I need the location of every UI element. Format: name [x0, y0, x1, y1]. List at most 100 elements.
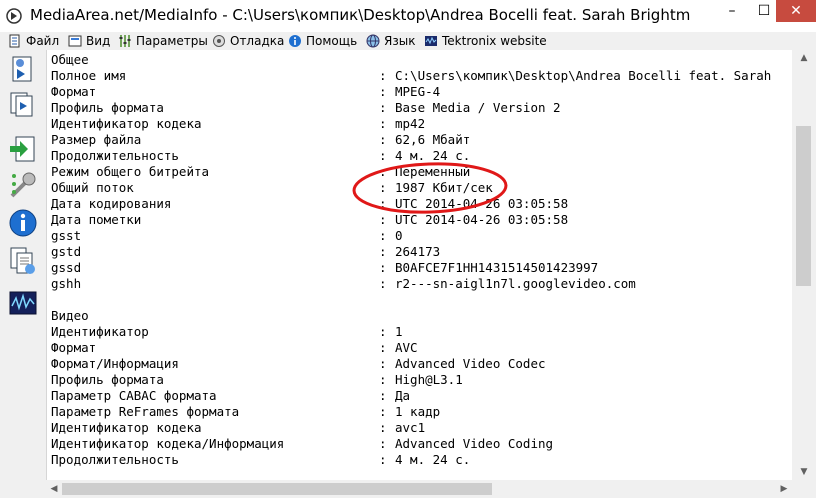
horizontal-scroll-thumb[interactable]: [62, 483, 492, 495]
menu-debug-label: Отладка: [230, 34, 285, 48]
menu-tektronix[interactable]: Tektronix website: [424, 33, 547, 49]
info-key: Продолжительность: [51, 148, 179, 163]
menu-view-label: Вид: [86, 34, 111, 48]
options-menu-icon: [119, 35, 131, 47]
info-text-area[interactable]: Общее Полное имя: C:\Users\компик\Desktop\…: [46, 50, 793, 494]
info-key: Идентификатор: [51, 324, 149, 339]
mediainfo-app-icon: [6, 8, 22, 24]
open-folder-icon[interactable]: [8, 88, 38, 118]
info-value: r2---sn-aigl1n7l.googlevideo.com: [395, 276, 636, 291]
info-value: 1 кадр: [395, 404, 441, 419]
minimize-button[interactable]: –: [716, 0, 748, 22]
section-header: Общее: [51, 52, 89, 67]
menu-view[interactable]: Вид: [68, 33, 110, 49]
info-key: Идентификатор кодека: [51, 420, 202, 435]
info-key: gstd: [51, 244, 82, 259]
info-separator: :: [379, 228, 387, 243]
scroll-up-arrow-icon[interactable]: ▲: [792, 50, 816, 66]
menu-file-label: Файл: [26, 34, 60, 48]
info-value: 264173: [395, 244, 441, 259]
help-info-icon: [289, 35, 301, 47]
info-separator: :: [379, 420, 387, 435]
title-bar: MediaArea.net/MediaInfo - C:\Users\компи…: [0, 0, 816, 32]
tektronix-icon[interactable]: [8, 288, 38, 318]
file-menu-icon: [9, 34, 20, 48]
scroll-right-arrow-icon[interactable]: ▶: [776, 480, 792, 498]
info-separator: :: [379, 324, 387, 339]
menu-language[interactable]: Язык: [366, 33, 415, 49]
info-value: Advanced Video Coding: [395, 436, 554, 451]
window-title: MediaArea.net/MediaInfo - C:\Users\компи…: [30, 6, 690, 24]
info-separator: :: [379, 132, 387, 147]
export-icon[interactable]: [8, 134, 38, 164]
about-info-icon[interactable]: [8, 208, 38, 238]
close-button[interactable]: ✕: [776, 0, 816, 22]
vertical-scroll-thumb[interactable]: [796, 126, 811, 286]
info-value: 4 м. 24 с.: [395, 452, 471, 467]
horizontal-scrollbar[interactable]: ◀ ▶: [46, 480, 792, 498]
info-separator: :: [379, 372, 387, 387]
info-separator: :: [379, 116, 387, 131]
info-separator: :: [379, 244, 387, 259]
red-annotation-ellipse: [352, 162, 508, 214]
info-value: Base Media / Version 2: [395, 100, 561, 115]
info-value: 62,6 Мбайт: [395, 132, 471, 147]
info-value: B0AFCE7F1HH1431514501423997: [395, 260, 599, 275]
report-icon[interactable]: [8, 246, 38, 276]
info-separator: :: [379, 388, 387, 403]
info-key: Общий поток: [51, 180, 134, 195]
info-separator: :: [379, 276, 387, 291]
info-value: 0: [395, 228, 403, 243]
scroll-down-arrow-icon[interactable]: ▼: [792, 464, 816, 480]
preferences-icon[interactable]: [8, 170, 38, 200]
section-header: Видео: [51, 308, 89, 323]
info-value: Да: [395, 388, 411, 403]
tektronix-menu-icon: [425, 36, 437, 46]
info-key: Полное имя: [51, 68, 127, 83]
info-key: Продолжительность: [51, 452, 179, 467]
menu-options-label: Параметры: [136, 34, 208, 48]
info-key: Параметр ReFrames формата: [51, 404, 240, 419]
info-value: MPEG-4: [395, 84, 441, 99]
debug-menu-icon: [213, 35, 225, 47]
info-separator: :: [379, 84, 387, 99]
info-key: Формат: [51, 84, 97, 99]
info-key: Дата пометки: [51, 212, 142, 227]
toolbar-sidebar: [0, 50, 46, 498]
info-value: mp42: [395, 116, 426, 131]
scrollbar-corner: [792, 480, 816, 498]
menu-bar: Файл Вид Параметры Отладка Помощь Язык T…: [0, 32, 816, 50]
info-key: Параметр CABAC формата: [51, 388, 217, 403]
info-key: gshh: [51, 276, 82, 291]
info-separator: :: [379, 404, 387, 419]
info-separator: :: [379, 452, 387, 467]
info-separator: :: [379, 260, 387, 275]
info-value: Advanced Video Codec: [395, 356, 546, 371]
info-key: gssd: [51, 260, 82, 275]
open-file-icon[interactable]: [8, 54, 38, 84]
info-separator: :: [379, 436, 387, 451]
menu-help[interactable]: Помощь: [288, 33, 357, 49]
info-value: AVC: [395, 340, 418, 355]
scroll-left-arrow-icon[interactable]: ◀: [46, 480, 62, 498]
info-key: Размер файла: [51, 132, 142, 147]
info-key: Идентификатор кодека/Информация: [51, 436, 285, 451]
info-key: Профиль формата: [51, 100, 164, 115]
info-key: Режим общего битрейта: [51, 164, 210, 179]
info-value: avc1: [395, 420, 426, 435]
menu-language-label: Язык: [384, 34, 416, 48]
info-value: C:\Users\компик\Desktop\Andrea Bocelli f…: [395, 68, 772, 83]
info-separator: :: [379, 68, 387, 83]
menu-options[interactable]: Параметры: [118, 33, 208, 49]
info-separator: :: [379, 340, 387, 355]
menu-tektronix-label: Tektronix website: [442, 34, 547, 48]
info-key: gsst: [51, 228, 82, 243]
menu-debug[interactable]: Отладка: [212, 33, 284, 49]
language-globe-icon: [366, 34, 380, 48]
info-value: High@L3.1: [395, 372, 463, 387]
info-separator: :: [379, 100, 387, 115]
view-menu-icon: [68, 35, 82, 47]
info-key: Формат/Информация: [51, 356, 179, 371]
vertical-scrollbar[interactable]: ▲ ▼: [792, 50, 816, 480]
menu-file[interactable]: Файл: [8, 33, 59, 49]
